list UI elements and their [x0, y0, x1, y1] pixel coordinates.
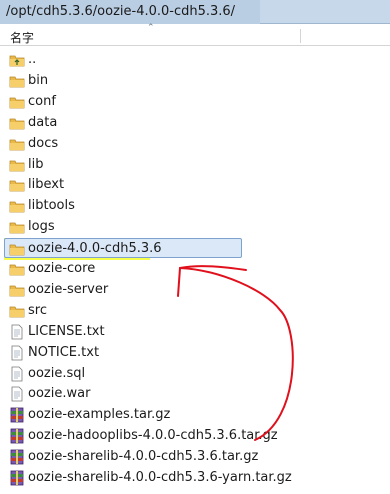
folder-icon — [9, 157, 25, 173]
folder-item[interactable]: libtools — [5, 196, 295, 216]
item-name: oozie.war — [28, 386, 91, 402]
folder-item[interactable]: oozie-4.0.0-cdh5.3.6 — [4, 238, 242, 259]
archive-icon — [9, 470, 25, 486]
item-name: libext — [28, 177, 65, 193]
document-icon — [9, 324, 25, 340]
file-item[interactable]: oozie-examples.tar.gz — [5, 405, 295, 425]
item-name: oozie-4.0.0-cdh5.3.6 — [28, 241, 162, 257]
folder-icon — [9, 73, 25, 89]
file-item[interactable]: NOTICE.txt — [5, 343, 295, 363]
item-name: oozie-core — [28, 261, 96, 276]
folder-icon — [9, 198, 25, 214]
item-name: oozie-server — [28, 281, 109, 297]
document-icon — [9, 386, 25, 402]
item-name: logs — [28, 219, 55, 235]
item-name: bin — [28, 72, 49, 88]
folder-icon — [9, 282, 25, 298]
folder-item[interactable]: .. — [5, 50, 295, 70]
item-name: oozie-sharelib-4.0.0-cdh5.3.6-yarn.tar.g… — [28, 470, 292, 485]
folder-icon — [9, 115, 25, 131]
folder-icon — [9, 136, 25, 152]
folder-icon — [9, 219, 25, 235]
column-divider[interactable] — [300, 29, 301, 43]
folder-item[interactable]: libext — [5, 175, 295, 195]
file-item[interactable]: oozie.war — [5, 384, 295, 404]
folder-item[interactable]: src — [5, 301, 295, 321]
document-icon — [9, 345, 25, 361]
file-item[interactable]: oozie-hadooplibs-4.0.0-cdh5.3.6.tar.gz — [5, 426, 295, 446]
current-path: /opt/cdh5.3.6/oozie-4.0.0-cdh5.3.6/ — [6, 4, 236, 19]
folder-item[interactable]: oozie-server — [5, 280, 295, 300]
item-name: docs — [28, 135, 59, 151]
item-name: data — [28, 114, 58, 130]
folder-icon — [9, 52, 25, 68]
file-item[interactable]: oozie-sharelib-4.0.0-cdh5.3.6-yarn.tar.g… — [5, 468, 295, 488]
item-name: libtools — [28, 198, 75, 214]
archive-icon — [9, 449, 25, 465]
item-name: oozie-examples.tar.gz — [28, 407, 171, 423]
item-name: oozie.sql — [28, 365, 86, 381]
folder-item[interactable]: bin — [5, 71, 295, 91]
item-name: LICENSE.txt — [28, 323, 105, 339]
item-name: oozie-hadooplibs-4.0.0-cdh5.3.6.tar.gz — [28, 428, 278, 444]
file-item[interactable]: oozie-sharelib-4.0.0-cdh5.3.6.tar.gz — [5, 447, 295, 467]
item-name: NOTICE.txt — [28, 344, 100, 360]
file-item[interactable]: oozie.sql — [5, 364, 295, 384]
folder-icon — [9, 177, 25, 193]
list-header: 名字 ⌃ — [0, 23, 390, 46]
sort-ascending-icon: ⌃ — [147, 23, 155, 33]
path-bar[interactable]: /opt/cdh5.3.6/oozie-4.0.0-cdh5.3.6/ — [0, 0, 390, 24]
folder-item[interactable]: docs — [5, 134, 295, 154]
folder-item[interactable]: conf — [5, 92, 295, 112]
folder-item[interactable]: lib — [5, 155, 295, 175]
folder-icon — [9, 241, 25, 257]
item-name: src — [28, 302, 47, 318]
item-name: lib — [28, 156, 44, 172]
item-name: .. — [28, 52, 37, 67]
item-name: oozie-sharelib-4.0.0-cdh5.3.6.tar.gz — [28, 449, 259, 465]
folder-item[interactable]: logs — [5, 217, 295, 237]
archive-icon — [9, 407, 25, 423]
document-icon — [9, 366, 25, 382]
folder-icon — [9, 94, 25, 110]
archive-icon — [9, 428, 25, 444]
folder-item[interactable]: oozie-core — [5, 259, 295, 279]
column-header-name[interactable]: 名字 — [10, 29, 34, 46]
folder-icon — [9, 303, 25, 319]
item-name: conf — [28, 93, 56, 109]
folder-item[interactable]: data — [5, 113, 295, 133]
folder-icon — [9, 261, 25, 277]
file-item[interactable]: LICENSE.txt — [5, 322, 295, 342]
